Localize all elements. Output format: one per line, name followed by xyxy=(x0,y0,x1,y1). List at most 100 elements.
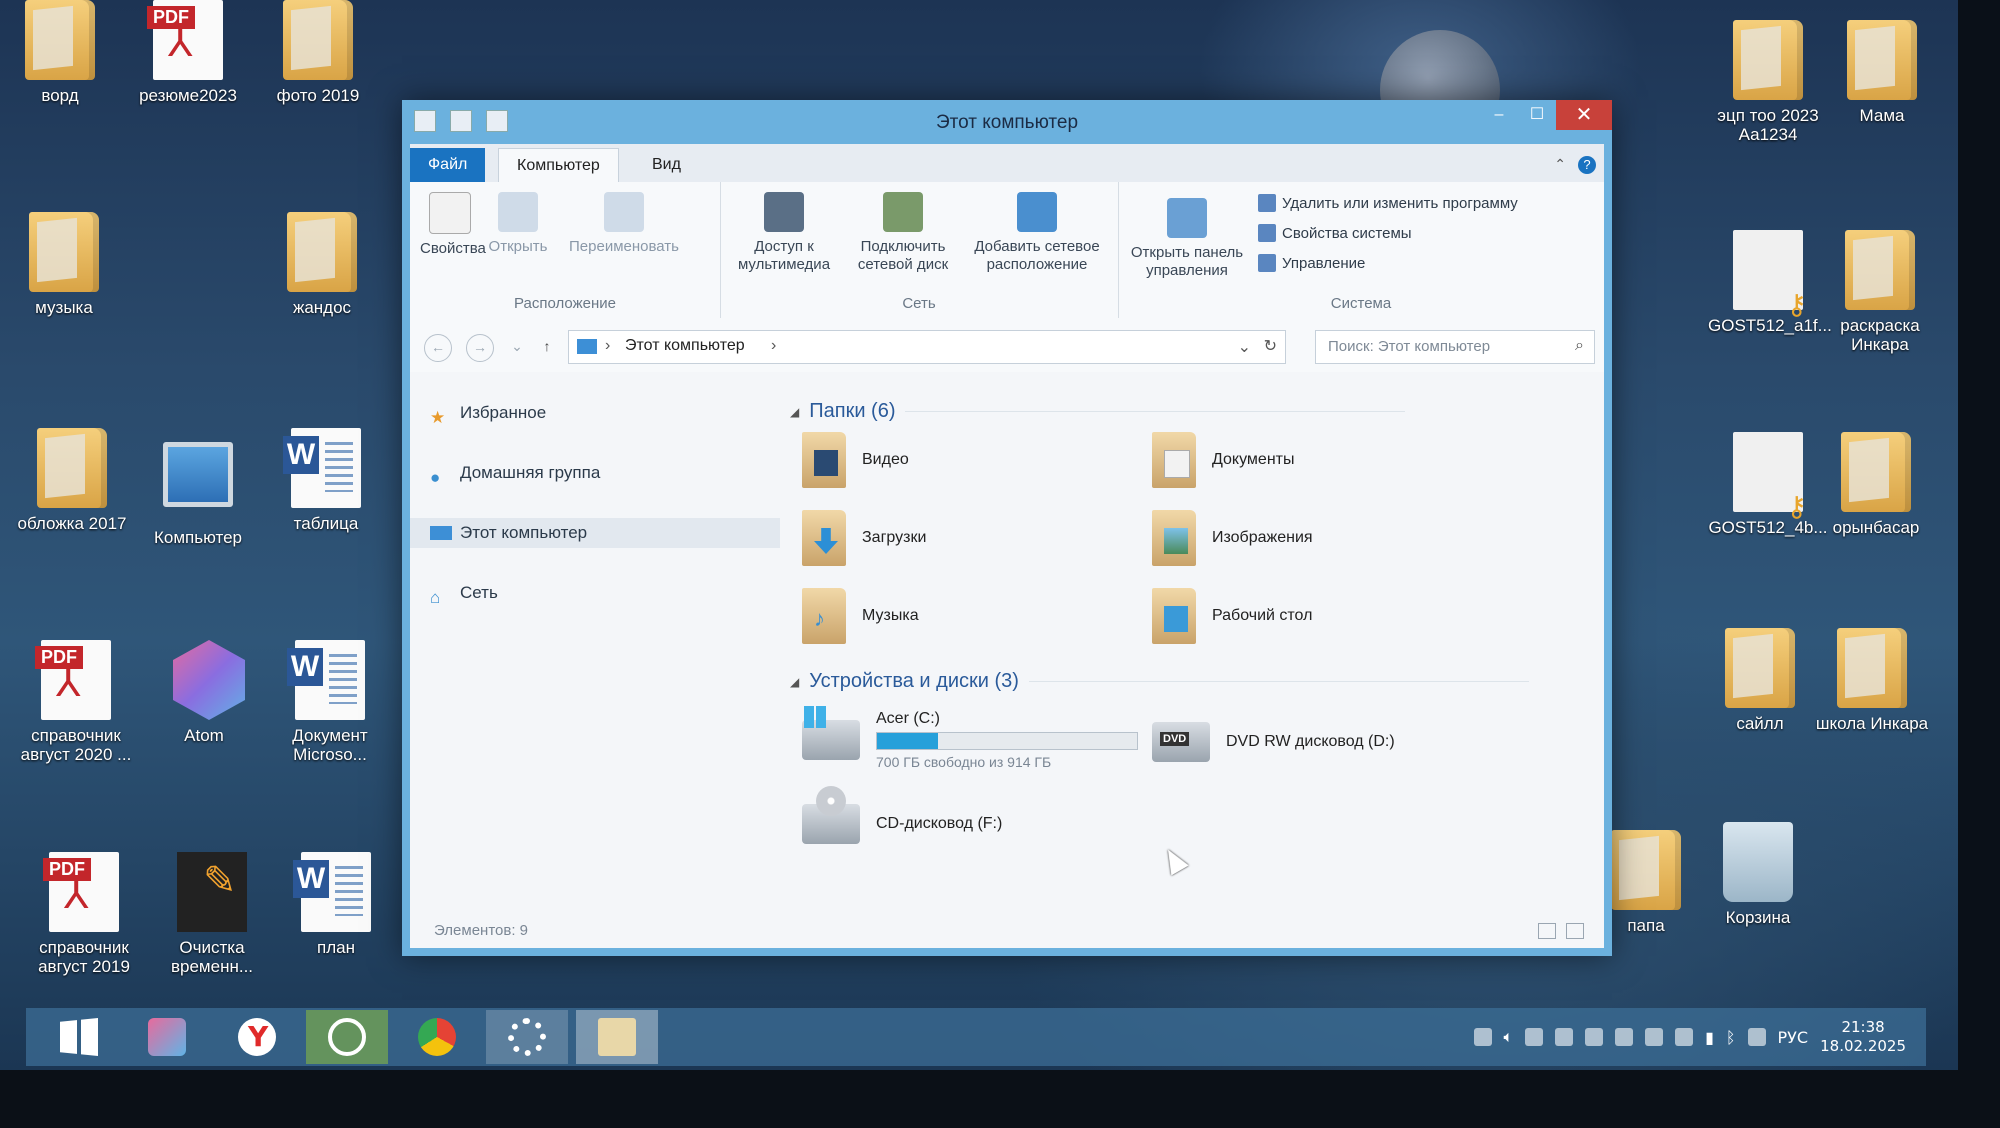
taskbar-file-explorer[interactable] xyxy=(576,1010,658,1064)
system-tray: 🔈︎ ▮ ᛒ РУС 21:38 18.02.2025 xyxy=(1473,1018,1906,1056)
icon-label: Компьютер xyxy=(154,528,242,547)
volume-icon[interactable]: 🔈︎ xyxy=(1504,1027,1514,1047)
ribbon-group-system: Открыть панель управления Удалить или из… xyxy=(1118,182,1604,318)
desktop-icon-coloring-folder[interactable]: раскраска Инкара xyxy=(1820,230,1940,354)
nav-favorites[interactable]: ★ Избранное xyxy=(430,398,546,428)
tray-icon[interactable] xyxy=(1615,1028,1634,1046)
maximize-button[interactable]: ☐ xyxy=(1518,100,1556,130)
manage-button[interactable]: Управление xyxy=(1258,254,1365,272)
drive-c[interactable]: Acer (C:) 700 ГБ свободно из 914 ГБ xyxy=(802,706,1138,770)
desktop-icon-resume-pdf[interactable]: PDF ⅄ резюме2023 xyxy=(128,0,248,105)
desktop-icon-photo-2019[interactable]: фото 2019 xyxy=(258,0,378,105)
uninstall-program-button[interactable]: Удалить или изменить программу xyxy=(1258,194,1518,212)
desktop-icon-mama-folder[interactable]: Мама xyxy=(1822,20,1942,125)
folder-documents[interactable]: Документы xyxy=(1152,432,1294,488)
nav-homegroup[interactable]: ● Домашняя группа xyxy=(430,458,600,488)
desktop-icon-computer[interactable]: Компьютер xyxy=(138,428,258,547)
documents-folder-icon xyxy=(1152,432,1196,488)
taskbar-settings[interactable] xyxy=(486,1010,568,1064)
search-icon[interactable]: ⌕ xyxy=(1575,337,1584,355)
devices-section-header[interactable]: ◢ Устройства и диски (3) xyxy=(790,670,1529,693)
tab-view[interactable]: Вид xyxy=(634,148,699,182)
forward-button[interactable]: → xyxy=(466,334,494,362)
icon-label: Документ Microso... xyxy=(292,726,368,764)
folder-desktop[interactable]: Рабочий стол xyxy=(1152,588,1312,644)
nav-network[interactable]: ⌂ Сеть xyxy=(430,578,498,608)
icon-label: Очистка временн... xyxy=(170,938,254,976)
large-icons-view-icon[interactable] xyxy=(1566,923,1584,939)
desktop-icon-plan-doc[interactable]: W план xyxy=(276,852,396,957)
desktop-icon-word-document[interactable]: W Документ Microso... xyxy=(270,640,390,764)
desktop-icon-saill-folder[interactable]: сайлл xyxy=(1700,628,1820,733)
drive-d-dvd[interactable]: DVD DVD RW дисковод (D:) xyxy=(1152,722,1395,762)
chevron-down-icon[interactable]: ⌄ xyxy=(1238,337,1251,357)
star-icon: ★ xyxy=(430,408,446,427)
properties-button[interactable]: Свойства xyxy=(420,192,486,258)
desktop-icon-zhandos-folder[interactable]: жандос xyxy=(262,212,382,317)
tab-computer[interactable]: Компьютер xyxy=(498,148,619,183)
desktop-icon-word-folder[interactable]: ворд xyxy=(0,0,120,105)
desktop-icon-gost-4b[interactable]: ⚷ GOST512_4b... xyxy=(1708,432,1828,537)
taskbar-mail[interactable] xyxy=(306,1010,388,1064)
open-button[interactable]: Открыть xyxy=(488,192,548,256)
close-button[interactable]: ✕ xyxy=(1556,100,1612,130)
desktop-icon-cleanup[interactable]: ✎ Очистка временн... xyxy=(152,852,272,976)
help-icon[interactable]: ? xyxy=(1578,156,1596,174)
taskbar-yandex-browser[interactable]: Y xyxy=(216,1010,298,1064)
desktop-icon-deputy-folder[interactable]: орынбасар xyxy=(1816,432,1936,537)
desktop-icon-reference-2019[interactable]: PDF ⅄ справочник август 2019 xyxy=(24,852,144,976)
control-panel-button[interactable]: Открыть панель управления xyxy=(1124,198,1250,280)
bluetooth-icon[interactable]: ᛒ xyxy=(1726,1028,1736,1047)
tab-file[interactable]: Файл xyxy=(410,148,486,182)
map-network-drive-button[interactable]: Подключить сетевой диск xyxy=(848,192,958,274)
collapse-ribbon-icon[interactable]: ⌃ xyxy=(1554,156,1566,174)
desktop-icon-gost-a1f[interactable]: ⚷ GOST512_a1f... xyxy=(1708,230,1832,335)
desktop-icon-atom[interactable]: Atom xyxy=(144,640,264,745)
tray-icon[interactable] xyxy=(1555,1028,1574,1046)
taskbar-chrome[interactable] xyxy=(396,1010,478,1064)
clock[interactable]: 21:38 18.02.2025 xyxy=(1820,1018,1906,1056)
folder-music[interactable]: ♪ Музыка xyxy=(802,588,919,644)
language-indicator[interactable]: РУС xyxy=(1778,1028,1809,1047)
nav-this-pc[interactable]: Этот компьютер xyxy=(410,518,780,548)
desktop-icon-recycle-bin[interactable]: Корзина xyxy=(1698,822,1818,927)
yandex-icon: Y xyxy=(238,1018,276,1056)
icon-label: фото 2019 xyxy=(276,86,360,105)
tray-icon[interactable] xyxy=(1525,1028,1544,1046)
icon-label: Atom xyxy=(184,726,224,745)
address-bar[interactable]: › Этот компьютер › ⌄ ↻ xyxy=(568,330,1286,364)
gear-icon xyxy=(508,1018,546,1056)
start-button[interactable] xyxy=(38,1010,120,1064)
folder-videos[interactable]: Видео xyxy=(802,432,909,488)
tray-icon[interactable] xyxy=(1473,1028,1492,1046)
minimize-button[interactable]: – xyxy=(1480,100,1518,130)
desktop-icon-music-folder[interactable]: музыка xyxy=(4,212,124,317)
tray-icon[interactable] xyxy=(1645,1028,1664,1046)
signal-icon[interactable]: ▮ xyxy=(1705,1028,1714,1047)
media-access-button[interactable]: Доступ к мультимедиа xyxy=(726,192,842,274)
folder-downloads[interactable]: Загрузки xyxy=(802,510,926,566)
search-input[interactable]: Поиск: Этот компьютер ⌕ xyxy=(1315,330,1595,364)
recent-locations-button[interactable]: ⌄ xyxy=(504,334,530,360)
desktop-icon-reference-2020[interactable]: PDF ⅄ справочник август 2020 ... xyxy=(16,640,136,764)
tray-icon[interactable] xyxy=(1585,1028,1604,1046)
desktop-icon-cover-2017[interactable]: обложка 2017 xyxy=(12,428,132,533)
desktop-icon-table-doc[interactable]: W таблица xyxy=(266,428,386,533)
tray-icon[interactable] xyxy=(1675,1028,1694,1046)
open-icon xyxy=(498,192,538,232)
rename-icon xyxy=(604,192,644,232)
up-button[interactable]: ↑ xyxy=(534,334,560,360)
refresh-icon[interactable]: ↻ xyxy=(1264,336,1277,356)
desktop-icon-eds-folder[interactable]: эцп тоо 2023 Аа1234 xyxy=(1708,20,1828,144)
rename-button[interactable]: Переименовать xyxy=(560,192,688,256)
folder-pictures[interactable]: Изображения xyxy=(1152,510,1313,566)
action-center-icon[interactable] xyxy=(1747,1028,1766,1046)
system-properties-button[interactable]: Свойства системы xyxy=(1258,224,1412,242)
taskbar-atom[interactable] xyxy=(126,1010,208,1064)
drive-f-cd[interactable]: CD-дисковод (F:) xyxy=(802,786,1002,844)
folders-section-header[interactable]: ◢ Папки (6) xyxy=(790,400,1405,423)
details-view-icon[interactable] xyxy=(1538,923,1556,939)
add-network-location-button[interactable]: Добавить сетевое расположение xyxy=(964,192,1110,274)
back-button[interactable]: ← xyxy=(424,334,452,362)
desktop-icon-school-folder[interactable]: школа Инкара xyxy=(1812,628,1932,733)
